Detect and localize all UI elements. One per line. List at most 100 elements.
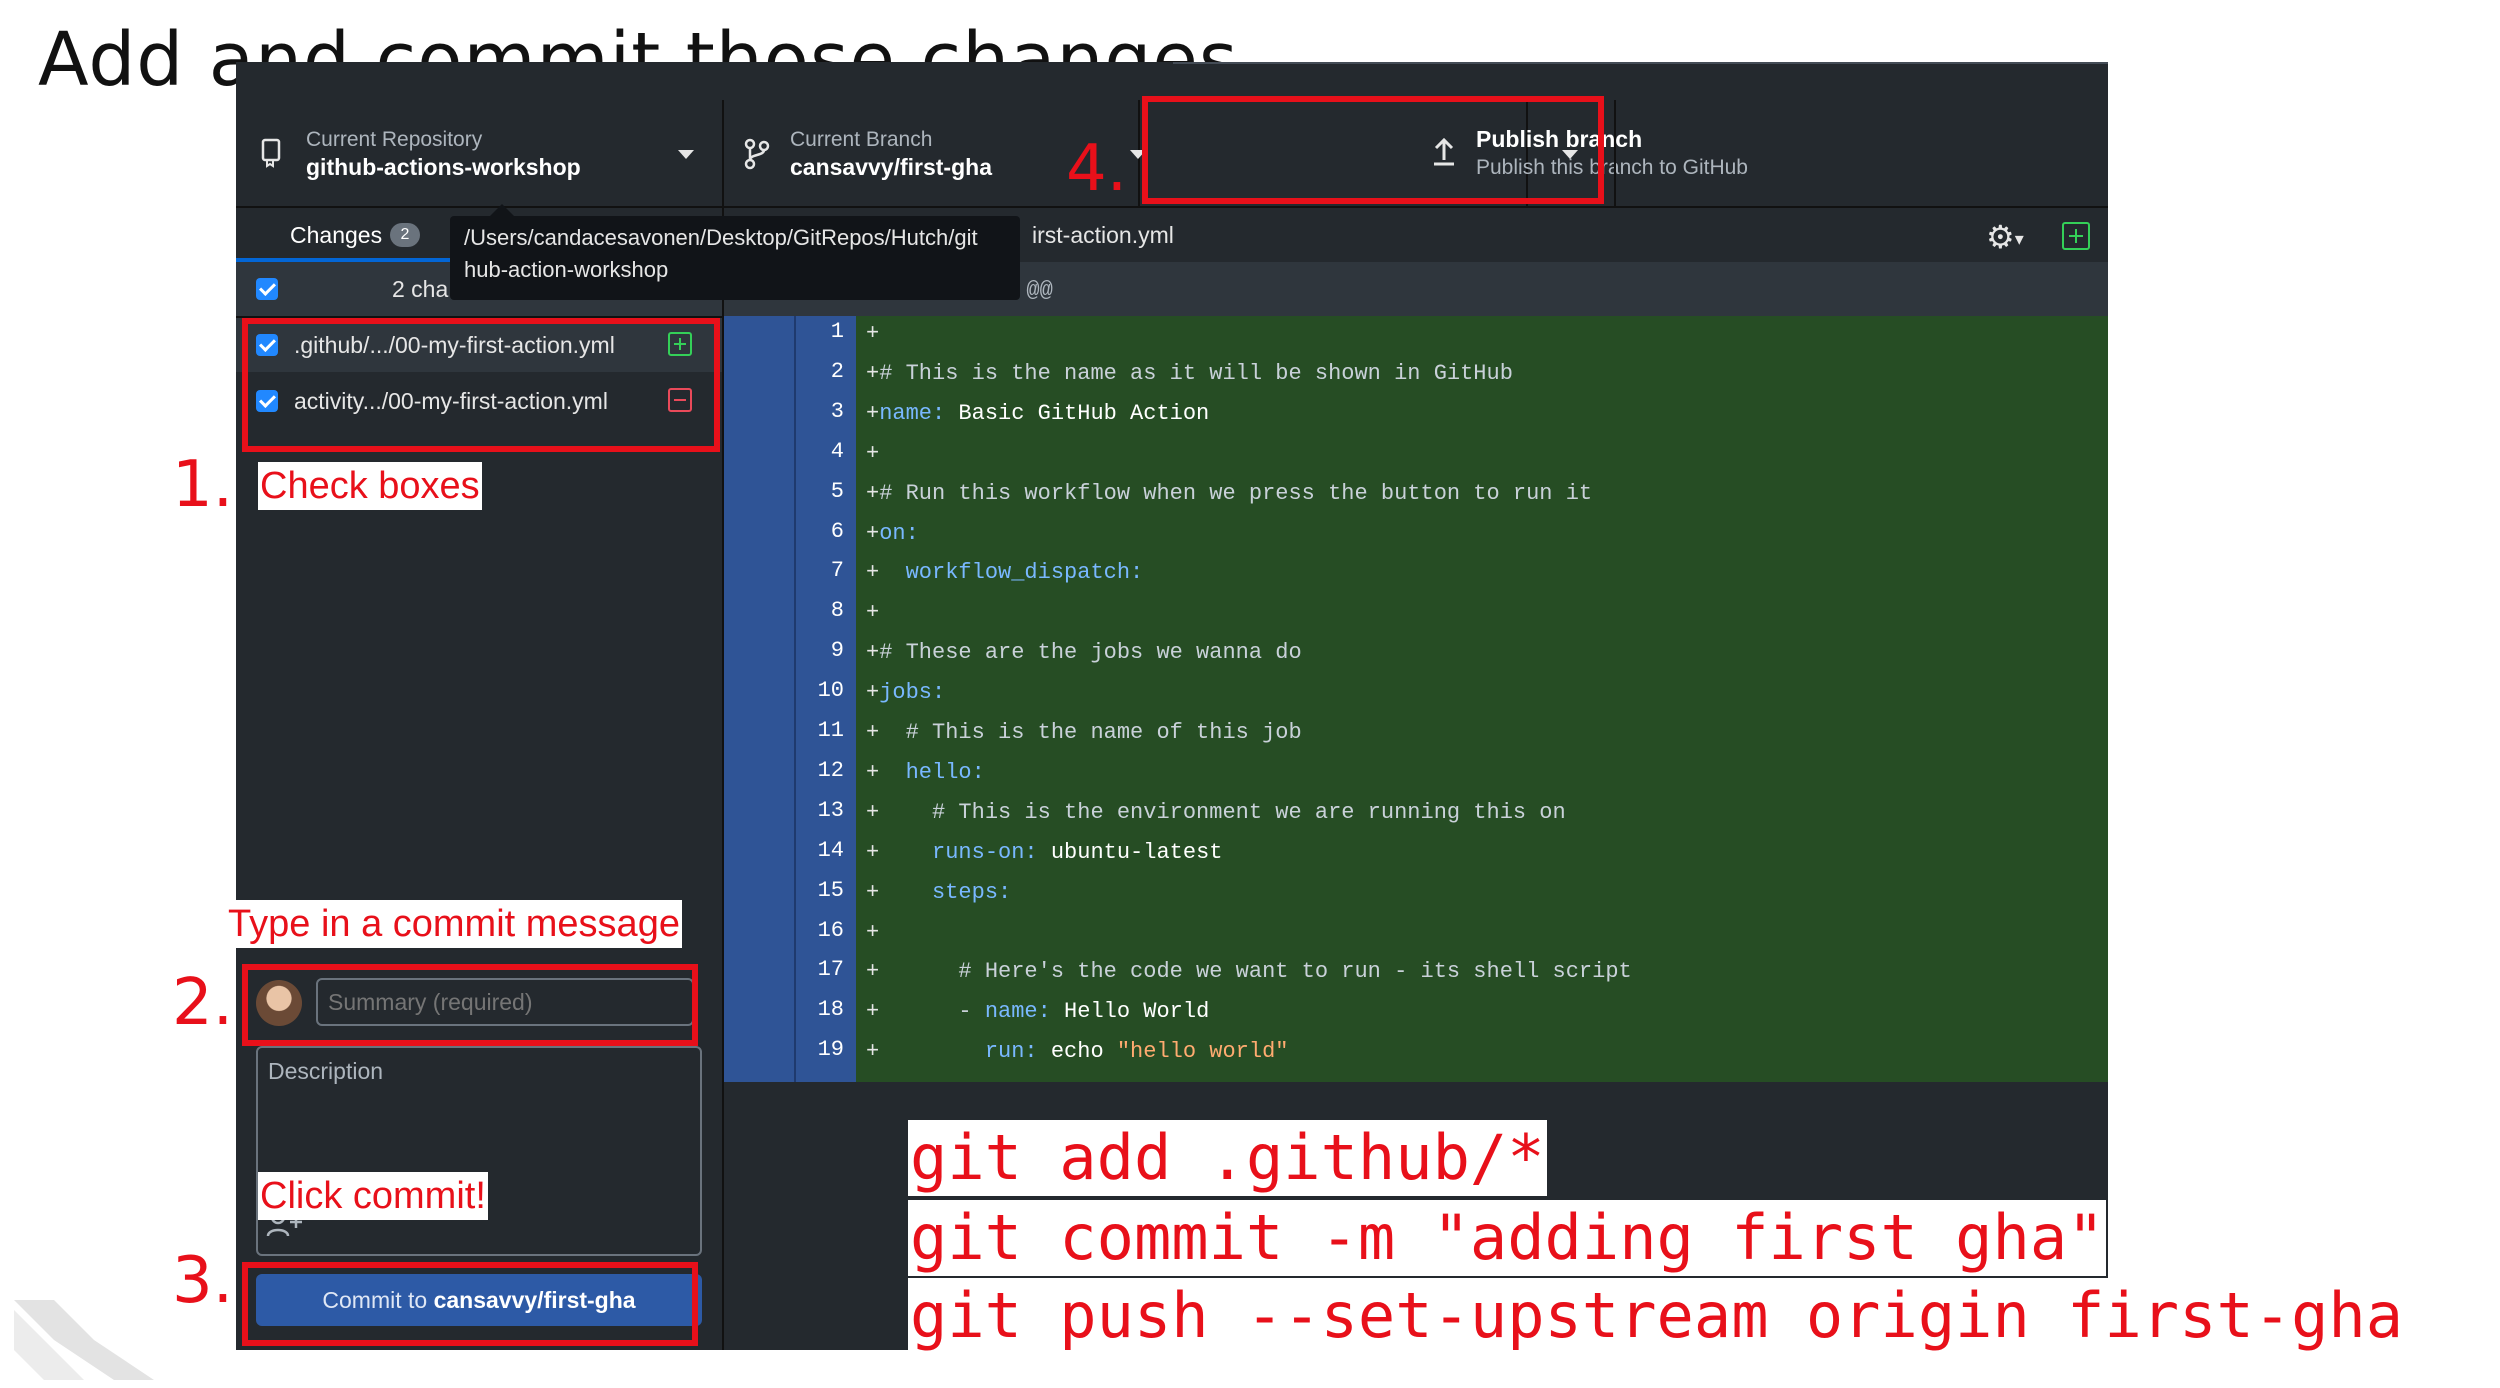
line-number: 3 [830,398,844,424]
line-number: 8 [830,598,844,624]
diff-line: +# This is the name as it will be shown … [866,354,1513,394]
changed-files-count: 2 cha [392,276,449,302]
description-field[interactable]: Description [256,1046,702,1256]
diff-plus: + [866,759,880,785]
diff-plus: + [866,360,880,386]
line-number: 18 [817,997,844,1023]
highlight-publish-branch [1142,96,1604,204]
expand-icon[interactable] [2062,222,2090,250]
code-token: - [879,999,985,1025]
code-token: name: [879,400,946,426]
line-number: 17 [817,957,844,983]
line-number: 7 [830,558,844,584]
command-line: git add .github/* [908,1120,1547,1196]
code-token: ubuntu-latest [1037,839,1223,865]
diff-plus: + [866,959,880,985]
line-number: 14 [817,837,844,863]
line-number: 15 [817,877,844,903]
code-token: echo [1037,1039,1117,1065]
diff-line: +name: Basic GitHub Action [866,394,1209,434]
line-number: 12 [817,757,844,783]
diff-line: + workflow_dispatch: [866,553,1143,593]
line-number: 4 [830,438,844,464]
diff-plus: + [866,1039,880,1065]
diff-plus: + [866,640,880,666]
line-number: 10 [817,678,844,704]
note-check-boxes: Check boxes [258,462,482,510]
diff-line: + [866,434,879,474]
code-token: name: [984,999,1051,1025]
code-token: steps: [879,879,1012,905]
line-number: 11 [817,718,844,743]
line-number: 9 [830,638,844,664]
command-line: git push --set-upstream origin first-gha [908,1278,2406,1354]
tooltip-arrow [490,204,514,216]
tab-changes[interactable]: Changes [290,222,382,249]
diff-plus: + [866,520,880,546]
command-line: git commit -m "adding first gha" [908,1200,2107,1276]
line-number: 13 [817,797,844,823]
diff-line: + - name: Hello World [866,992,1209,1032]
code-token: # These are the jobs we wanna do [879,640,1302,666]
diff-plus: + [866,560,880,586]
diff-line: + hello: [866,753,985,793]
step-number-2: 2. [172,966,234,1040]
diff-plus: + [866,321,880,346]
description-placeholder: Description [268,1058,384,1084]
diff-line: +# These are the jobs we wanna do [866,633,1302,673]
repo-label: Current Repository [306,128,483,151]
select-all-checkbox[interactable] [256,278,278,300]
highlight-commit-button [242,1262,698,1346]
diff-line: + run: echo "hello world" [866,1032,1289,1072]
diff-line: + # This is the name of this job [866,713,1302,753]
highlight-summary [242,964,698,1046]
tooltip-line: hub-action-workshop [464,257,669,282]
line-number: 19 [817,1037,844,1063]
code-token: hello: [879,759,985,785]
diff-line: + [866,314,879,354]
branch-value: cansavvy/first-gha [790,154,992,180]
gear-icon[interactable]: ⚙▾ [1986,218,2024,256]
diff-line: + # This is the environment we are runni… [866,793,1566,833]
code-token: jobs: [879,680,946,706]
diff-line: +# Run this workflow when we press the b… [866,474,1592,514]
branch-icon [744,138,770,175]
changes-count-badge: 2 [390,223,420,247]
diff-plus: + [866,879,880,905]
code-token: on: [879,520,919,546]
step-number-4: 4. [1066,132,1128,206]
diff-line: +on: [866,514,919,554]
code-token: workflow_dispatch: [879,560,1144,586]
code-token: # Here's the code we want to run - its s… [879,959,1632,985]
code-token: # Run this workflow when we press the bu… [879,480,1593,506]
code-token: Hello World [1050,999,1210,1025]
code-token: # This is the environment we are running… [879,799,1566,825]
tooltip-line: /Users/candacesavonen/Desktop/GitRepos/H… [464,225,978,250]
repo-value: github-actions-workshop [306,154,581,180]
note-type-message: Type in a commit message [226,900,682,948]
diff-line: + steps: [866,873,1011,913]
code-token: # This is the name of this job [879,720,1302,745]
branch-label: Current Branch [790,128,933,151]
diff-plus: + [866,440,880,466]
chevron-down-icon [678,150,694,159]
diff-plus: + [866,999,880,1025]
note-click-commit: Click commit! [258,1172,488,1220]
code-token: runs-on: [879,839,1038,865]
line-number: 5 [830,478,844,504]
diff-line: + runs-on: ubuntu-latest [866,833,1222,873]
line-number: 6 [830,518,844,544]
step-number-3: 3. [172,1244,234,1318]
diff-plus: + [866,839,880,865]
code-token: run: [879,1039,1038,1065]
repo-path-tooltip: /Users/candacesavonen/Desktop/GitRepos/H… [450,216,1020,300]
highlight-checkboxes [242,318,720,452]
code-token: "hello world" [1116,1039,1289,1065]
diff-line: + [866,913,879,953]
line-number: 2 [830,358,844,384]
code-token: # This is the name as it will be shown i… [879,360,1513,386]
repository-selector[interactable]: Current Repository github-actions-worksh… [236,100,724,206]
diff-plus: + [866,720,880,745]
diff-plus: + [866,799,880,825]
logo [14,1300,154,1380]
